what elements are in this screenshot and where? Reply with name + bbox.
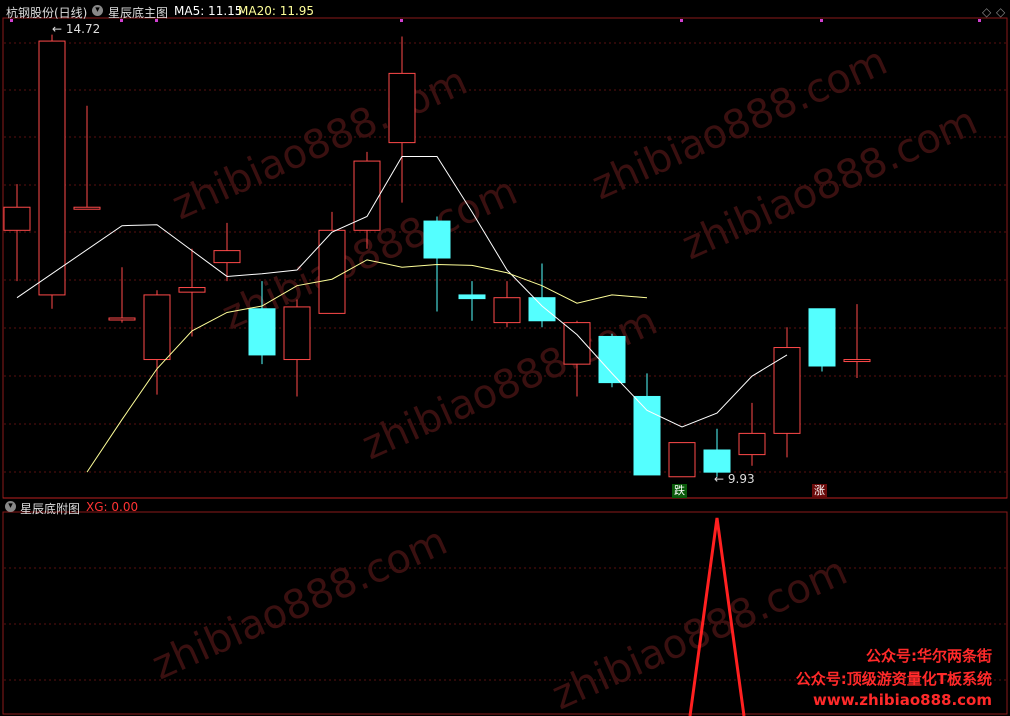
indicator-title: 星辰底主图 [108, 6, 169, 20]
candle-up [3, 206, 31, 231]
candle-up [843, 359, 871, 363]
candle-up [178, 287, 206, 293]
candle-down [248, 308, 276, 356]
sub-dropdown-icon[interactable]: ▾ [5, 501, 16, 512]
candle-up [738, 432, 766, 456]
top-marker [400, 19, 403, 22]
promo-line-2: 公众号:顶级游资量化T板系统 [795, 670, 992, 688]
high-annotation: ← 14.72 [52, 22, 100, 36]
watermark-text: zhibiao888.com [355, 298, 664, 469]
candle-down [633, 395, 661, 476]
candle-up [493, 297, 521, 324]
ma20-label: MA20: 11.95 [238, 4, 315, 18]
candle-down [703, 449, 731, 473]
candle-up [213, 250, 241, 264]
candle-down [808, 308, 836, 367]
stock-title: 杭钢股份(日线) [6, 6, 88, 20]
ma5-label: MA5: 11.15 [174, 4, 243, 18]
top-marker [680, 19, 683, 22]
candle-up [283, 306, 311, 361]
low-annotation: ← 9.93 [714, 472, 755, 486]
top-marker [978, 19, 981, 22]
candle-up [353, 160, 381, 231]
watermark-text: zhibiao888.com [545, 548, 854, 716]
rise-signal: 涨 [812, 484, 827, 498]
watermark-layer: zhibiao888.com zhibiao888.com zhibiao888.c… [145, 38, 984, 716]
candle-up [73, 206, 101, 210]
candle-up [563, 322, 591, 365]
candle-down [423, 220, 451, 259]
candle-up [108, 317, 136, 321]
chart-stage: zhibiao888.com zhibiao888.com zhibiao888.c… [0, 0, 1010, 716]
dropdown-icon[interactable]: ▾ [92, 5, 103, 16]
high-value: 14.72 [65, 22, 101, 36]
candle-up [388, 72, 416, 144]
candle-up [38, 40, 66, 296]
watermark-text: zhibiao888.com [145, 518, 454, 689]
promo-line-1: 公众号:华尔两条街 [866, 647, 992, 665]
diamond-icon-2[interactable]: ◇ [996, 5, 1005, 19]
candle-down [458, 294, 486, 300]
candle-up [318, 229, 346, 314]
diamond-icon[interactable]: ◇ [982, 5, 991, 19]
xg-label: XG: 0.00 [86, 500, 139, 514]
promo-line-3: www.zhibiao888.com [812, 691, 992, 709]
sub-indicator-title: 星辰底附图 [20, 502, 81, 516]
candle-down [528, 297, 556, 322]
candle-up [668, 442, 696, 478]
arrow-icon: ← [52, 22, 63, 36]
fall-signal: 跌 [672, 484, 687, 498]
candle-up [143, 294, 171, 361]
candle-down [598, 335, 626, 384]
top-marker [820, 19, 823, 22]
low-value: 9.93 [727, 472, 755, 486]
arrow-icon: ← [714, 472, 725, 486]
chart-canvas[interactable]: zhibiao888.com zhibiao888.com zhibiao888.c… [0, 0, 1010, 716]
